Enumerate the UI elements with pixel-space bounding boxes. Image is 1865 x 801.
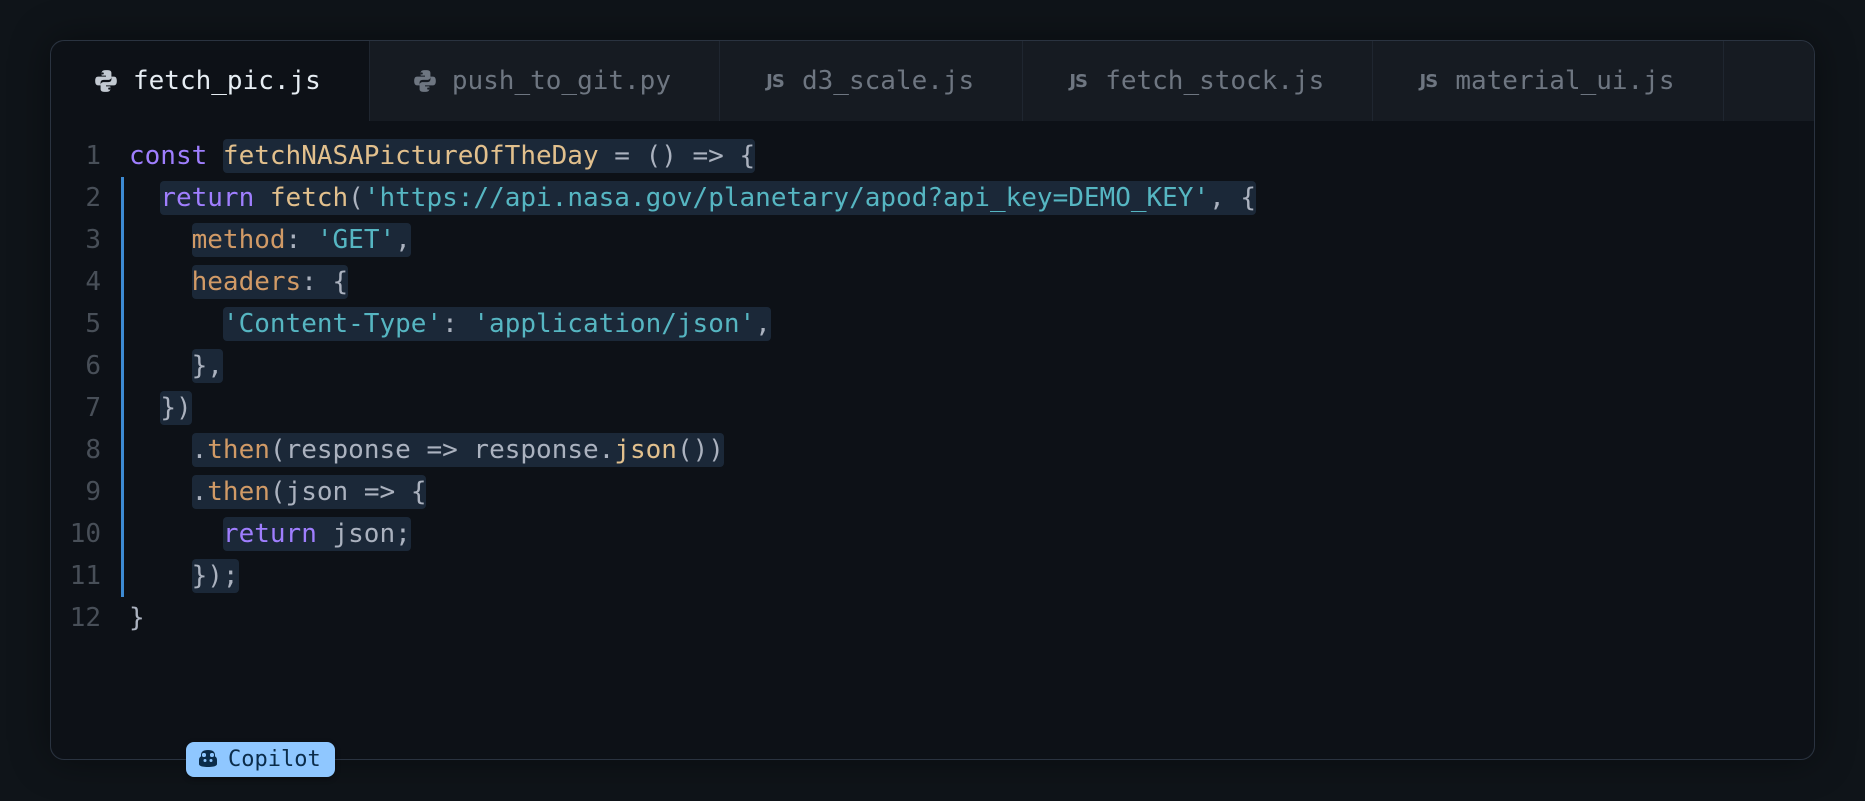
js-icon: JS <box>762 71 788 92</box>
copilot-icon <box>196 748 220 772</box>
line-number: 7 <box>51 387 101 429</box>
tab-fetch-pic[interactable]: fetch_pic.js <box>51 41 370 121</box>
code-line-6[interactable]: }, <box>129 345 1256 387</box>
line-gutter: 123456789101112 <box>51 135 119 759</box>
python-icon <box>93 68 119 94</box>
tab-push-to-git[interactable]: push_to_git.py <box>370 41 720 121</box>
line-number: 11 <box>51 555 101 597</box>
line-number: 8 <box>51 429 101 471</box>
python-icon <box>412 68 438 94</box>
code-content[interactable]: const fetchNASAPictureOfTheDay = () => {… <box>119 135 1256 759</box>
code-line-11[interactable]: }); <box>129 555 1256 597</box>
code-line-1[interactable]: const fetchNASAPictureOfTheDay = () => { <box>129 135 1256 177</box>
code-line-3[interactable]: method: 'GET', <box>129 219 1256 261</box>
tab-material-ui[interactable]: JS material_ui.js <box>1373 41 1723 121</box>
tab-d3-scale[interactable]: JS d3_scale.js <box>720 41 1023 121</box>
js-icon: JS <box>1065 71 1091 92</box>
code-line-10[interactable]: return json; <box>129 513 1256 555</box>
code-line-8[interactable]: .then(response => response.json()) <box>129 429 1256 471</box>
code-line-12[interactable]: } <box>129 597 1256 639</box>
code-line-5[interactable]: 'Content-Type': 'application/json', <box>129 303 1256 345</box>
code-line-2[interactable]: return fetch('https://api.nasa.gov/plane… <box>129 177 1256 219</box>
code-line-9[interactable]: .then(json => { <box>129 471 1256 513</box>
tab-label: material_ui.js <box>1455 66 1674 96</box>
line-number: 5 <box>51 303 101 345</box>
tab-label: push_to_git.py <box>452 66 671 96</box>
line-number: 9 <box>51 471 101 513</box>
code-line-4[interactable]: headers: { <box>129 261 1256 303</box>
copilot-badge[interactable]: Copilot <box>186 742 335 777</box>
line-number: 4 <box>51 261 101 303</box>
js-icon: JS <box>1415 71 1441 92</box>
line-number: 6 <box>51 345 101 387</box>
line-number: 10 <box>51 513 101 555</box>
editor-window: fetch_pic.js push_to_git.py JS d3_scale.… <box>50 40 1815 760</box>
tab-bar: fetch_pic.js push_to_git.py JS d3_scale.… <box>51 41 1814 121</box>
line-number: 1 <box>51 135 101 177</box>
code-area[interactable]: 123456789101112 const fetchNASAPictureOf… <box>51 121 1814 759</box>
tab-label: fetch_stock.js <box>1105 66 1324 96</box>
line-number: 12 <box>51 597 101 639</box>
tab-label: d3_scale.js <box>802 66 974 96</box>
code-line-7[interactable]: }) <box>129 387 1256 429</box>
line-number: 2 <box>51 177 101 219</box>
line-number: 3 <box>51 219 101 261</box>
copilot-label: Copilot <box>228 747 321 772</box>
tab-label: fetch_pic.js <box>133 66 321 96</box>
tab-fetch-stock[interactable]: JS fetch_stock.js <box>1023 41 1373 121</box>
